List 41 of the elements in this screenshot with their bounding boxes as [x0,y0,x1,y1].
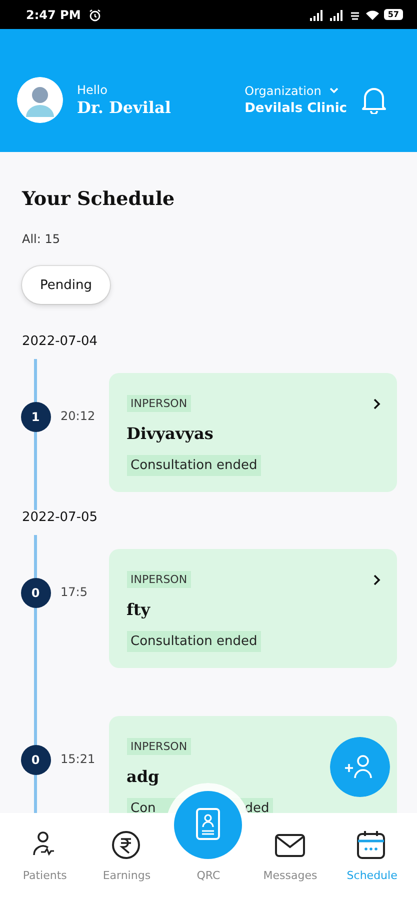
appointment-card[interactable]: INPERSON fty Consultation ended [108,549,397,668]
patient-name: Divyavyas [126,424,214,443]
wifi-icon [364,8,380,20]
mode-tag: INPERSON [126,395,192,412]
chevron-down-icon [329,87,340,94]
alarm-icon [88,8,102,22]
nav-tab[interactable]: Schedule [332,825,412,887]
appointment-time: 15:21 [60,752,96,766]
patient-name: adg [126,767,160,786]
signal-icon [308,8,325,20]
patient-name: fty [126,600,150,619]
doctor-name: Dr. Devilal [77,98,171,116]
filter-chip[interactable]: Pending [22,266,110,304]
status-tag: Consultation ended [126,631,262,652]
organization-name: Devilals Clinic [244,100,347,116]
bell-icon[interactable] [361,86,387,114]
status-tag: Consultation ended [126,455,262,476]
rupee-icon [110,830,143,860]
organization-dropdown[interactable]: Organization [244,84,340,98]
nav-tab[interactable]: Messages [250,825,330,887]
appointment-card[interactable]: INPERSON Divyavyas Consultation ended [108,373,397,492]
signal-icon [328,8,345,20]
date-heading: 2022-07-05 [22,510,99,525]
clock-time: 2:47 PM [26,8,81,22]
date-heading: 2022-07-04 [22,334,99,349]
mode-tag: INPERSON [126,738,192,755]
nav-tab[interactable]: Patients [4,825,85,887]
count-badge: 0 [20,578,50,608]
avatar-icon [17,76,63,122]
total-count: All: 15 [22,232,62,246]
add-person-button[interactable] [330,737,390,797]
count-badge: 1 [20,402,50,432]
appointment-time: 17:5 [60,585,88,599]
nav-tab[interactable]: Earnings [86,825,167,887]
appointment-time: 20:12 [60,409,96,423]
battery-level: 57 [384,9,403,20]
mode-tag: INPERSON [126,571,192,588]
greeting-text: Hello [77,82,108,96]
page-title: Your Schedule [22,188,176,210]
count-badge: 0 [20,745,50,775]
nav-tab[interactable]: QRC [168,869,248,882]
